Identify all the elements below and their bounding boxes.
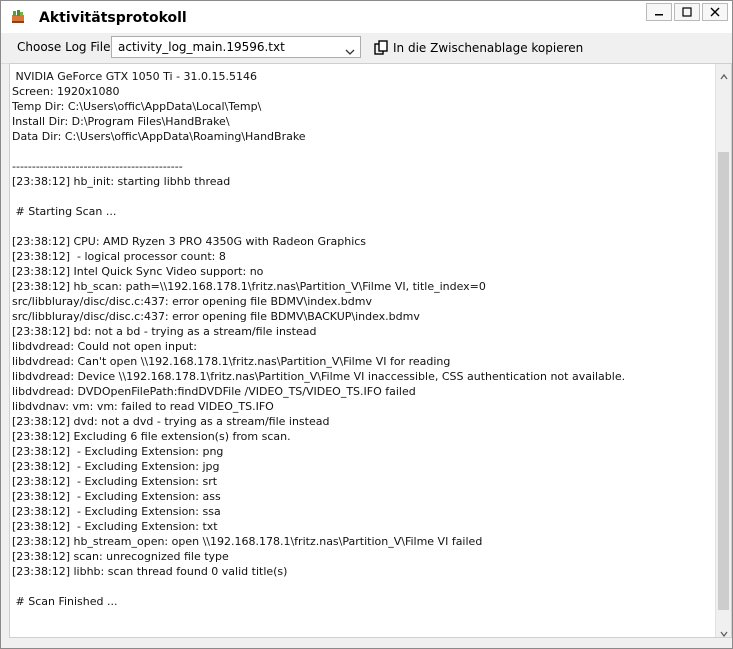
scroll-down-icon[interactable] — [719, 624, 729, 637]
copy-to-clipboard-label: In die Zwischenablage kopieren — [393, 41, 584, 55]
log-file-select[interactable]: activity_log_main.19596.txt — [111, 36, 361, 58]
log-text-area[interactable]: NVIDIA GeForce GTX 1050 Ti - 31.0.15.514… — [9, 63, 732, 638]
log-line: # Scan Finished ... — [12, 595, 118, 608]
chevron-down-icon — [345, 42, 355, 55]
log-line: src/libbluray/disc/disc.c:437: error ope… — [12, 310, 420, 323]
log-line: [23:38:12] Intel Quick Sync Video suppor… — [12, 265, 264, 278]
log-line: [23:38:12] - Excluding Extension: srt — [12, 475, 218, 488]
log-line: [23:38:12] CPU: AMD Ryzen 3 PRO 4350G wi… — [12, 235, 367, 248]
log-line: Data Dir: C:\Users\offic\AppData\Roaming… — [12, 130, 306, 143]
log-line: NVIDIA GeForce GTX 1050 Ti - 31.0.15.514… — [12, 70, 258, 83]
log-line: libdvdread: Can't open \\192.168.178.1\f… — [12, 355, 451, 368]
title-bar: Aktivitätsprotokoll — [1, 1, 732, 33]
scrollbar-thumb[interactable] — [718, 152, 729, 610]
minimize-icon — [655, 14, 663, 16]
log-line: ----------------------------------------… — [12, 160, 183, 173]
log-line: [23:38:12] hb_scan: path=\\192.168.178.1… — [12, 280, 486, 293]
log-line: libdvdnav: vm: vm: failed to read VIDEO_… — [12, 400, 274, 413]
log-line: libdvdread: Could not open input: — [12, 340, 197, 353]
copy-icon — [374, 40, 388, 55]
vertical-scrollbar[interactable] — [715, 64, 731, 637]
log-line: [23:38:12] hb_stream_open: open \\192.16… — [12, 535, 483, 548]
copy-to-clipboard-button[interactable]: In die Zwischenablage kopieren — [374, 38, 583, 58]
log-line: Screen: 1920x1080 — [12, 85, 120, 98]
scroll-up-icon[interactable] — [719, 67, 729, 80]
log-content: NVIDIA GeForce GTX 1050 Ti - 31.0.15.514… — [12, 69, 712, 609]
log-line: [23:38:12] - Excluding Extension: png — [12, 445, 224, 458]
log-line: [23:38:12] - Excluding Extension: jpg — [12, 460, 220, 473]
log-line: src/libbluray/disc/disc.c:437: error ope… — [12, 295, 372, 308]
close-button[interactable] — [702, 3, 728, 21]
close-icon — [710, 7, 720, 17]
choose-log-file-label: Choose Log File: — [17, 40, 115, 54]
window-controls — [646, 3, 728, 21]
log-line: [23:38:12] - Excluding Extension: txt — [12, 520, 218, 533]
log-line: [23:38:12] - logical processor count: 8 — [12, 250, 226, 263]
maximize-icon — [682, 7, 692, 17]
log-line: [23:38:12] scan: unrecognized file type — [12, 550, 229, 563]
log-line: [23:38:12] - Excluding Extension: ass — [12, 490, 221, 503]
minimize-button[interactable] — [646, 3, 672, 21]
log-line: [23:38:12] libhb: scan thread found 0 va… — [12, 565, 288, 578]
log-line: libdvdread: DVDOpenFilePath:findDVDFile … — [12, 385, 416, 398]
log-line: # Starting Scan ... — [12, 205, 117, 218]
selected-log-file: activity_log_main.19596.txt — [118, 40, 285, 54]
log-line: [23:38:12] - Excluding Extension: ssa — [12, 505, 221, 518]
log-line: Temp Dir: C:\Users\offic\AppData\Local\T… — [12, 100, 262, 113]
log-line: [23:38:12] dvd: not a dvd - trying as a … — [12, 415, 330, 428]
log-line: [23:38:12] hb_init: starting libhb threa… — [12, 175, 231, 188]
activity-log-window: Aktivitätsprotokoll Choose Log File: act… — [0, 0, 733, 649]
log-line: [23:38:12] Excluding 6 file extension(s)… — [12, 430, 291, 443]
toolbar: Choose Log File: activity_log_main.19596… — [1, 33, 732, 64]
window-title: Aktivitätsprotokoll — [39, 10, 187, 26]
maximize-button[interactable] — [674, 3, 700, 21]
log-line: [23:38:12] bd: not a bd - trying as a st… — [12, 325, 317, 338]
log-line: libdvdread: Device \\192.168.178.1\fritz… — [12, 370, 626, 383]
handbrake-app-icon — [10, 9, 26, 25]
log-line: Install Dir: D:\Program Files\HandBrake\ — [12, 115, 230, 128]
